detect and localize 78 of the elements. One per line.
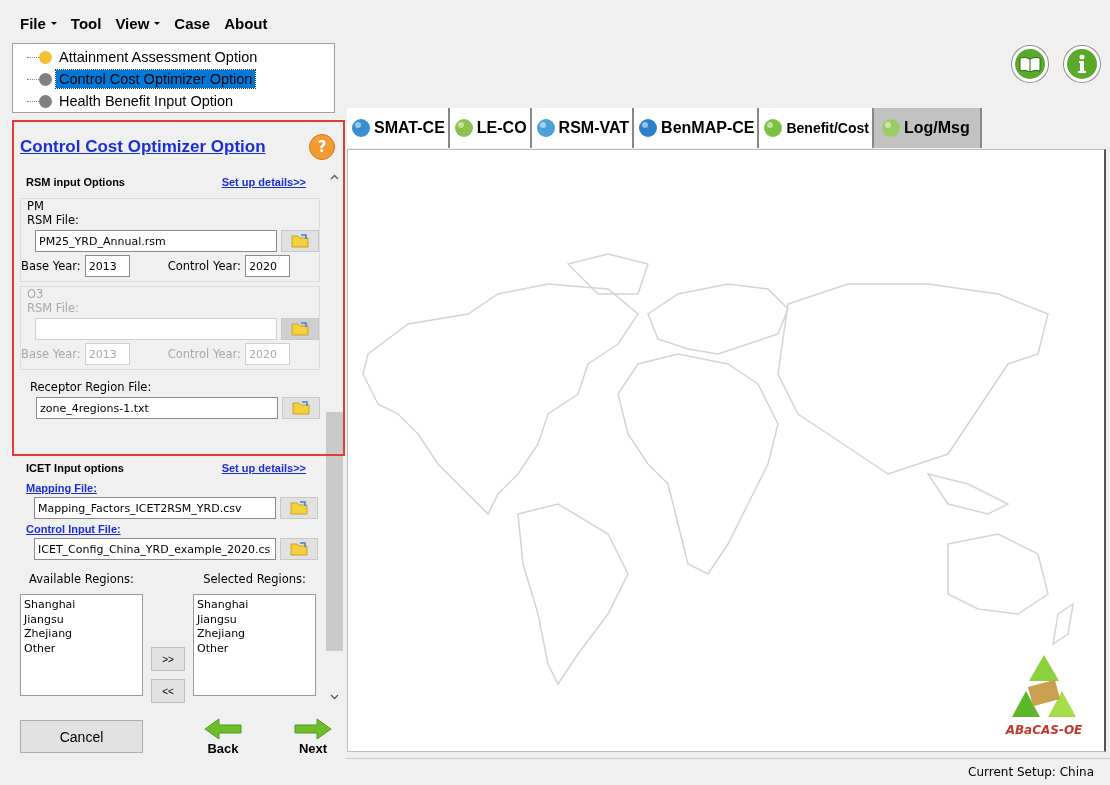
setup-details-link[interactable]: Set up details>> <box>221 462 306 474</box>
book-icon <box>1019 56 1041 72</box>
scroll-thumb[interactable] <box>326 412 343 454</box>
right-arrow-icon <box>293 717 333 741</box>
list-item[interactable]: Jiangsu <box>197 612 312 627</box>
menu-item[interactable]: Tool <box>70 14 102 32</box>
year-field[interactable]: 2013 <box>84 255 130 277</box>
list-item[interactable]: Zhejiang <box>24 627 139 642</box>
file-link[interactable]: Mapping File: <box>26 482 326 494</box>
back-button[interactable]: Back <box>203 717 243 756</box>
info-icon <box>1077 54 1087 74</box>
list-item[interactable]: Other <box>24 641 139 656</box>
browse-button[interactable] <box>282 397 320 419</box>
folder-icon <box>291 234 309 248</box>
manual-button[interactable] <box>1012 46 1048 82</box>
tree-item[interactable]: Control Cost Optimizer Option <box>56 70 256 88</box>
list-item[interactable]: Zhejiang <box>197 627 312 642</box>
scroll-down-icon <box>330 694 339 700</box>
tab[interactable]: SMAT-CE <box>347 108 450 148</box>
field-label: Base Year: <box>21 347 81 361</box>
scroll-up-icon <box>330 174 339 180</box>
field-label: RSM File: <box>27 213 80 227</box>
tree-item[interactable]: Attainment Assessment Option <box>56 48 261 66</box>
file-path-field[interactable]: Mapping_Factors_ICET2RSM_YRD.csv <box>34 497 276 519</box>
folder-icon <box>292 401 310 415</box>
browse-button[interactable] <box>281 230 319 252</box>
menu-item[interactable]: View <box>115 14 161 32</box>
tab[interactable]: BenMAP-CE <box>634 108 760 148</box>
list-item[interactable]: Other <box>197 641 312 656</box>
tab-logo-icon <box>452 117 475 139</box>
status-text: Current Setup: China <box>968 765 1094 779</box>
field-label: Control Year: <box>167 347 241 361</box>
add-button[interactable]: >> <box>151 647 185 671</box>
year-field[interactable]: 2020 <box>244 255 290 277</box>
field-label: RSM File: <box>27 301 80 315</box>
section-heading: ICET Input options <box>26 462 124 474</box>
file-link[interactable]: Control Input File: <box>26 523 326 535</box>
section-heading: RSM input Options <box>26 176 125 188</box>
info-button[interactable] <box>1064 46 1100 82</box>
setup-details-link[interactable]: Set up details>> <box>221 176 306 188</box>
logo-text: ABaCAS-OE <box>1005 723 1083 738</box>
menu-item[interactable]: File <box>20 14 57 32</box>
remove-button[interactable]: << <box>151 679 185 703</box>
panel-title-link[interactable]: Control Cost Optimizer Option <box>20 137 266 157</box>
file-path-field[interactable]: zone_4regions-1.txt <box>36 397 278 419</box>
folder-icon <box>291 322 309 336</box>
tab[interactable]: LE-CO <box>449 108 532 148</box>
file-path-field[interactable]: PM25_YRD_Annual.rsm <box>35 230 277 252</box>
list-item[interactable]: Shanghai <box>197 598 312 613</box>
left-arrow-icon <box>203 717 243 741</box>
field-label: Receptor Region File: <box>30 380 153 394</box>
list-label: Selected Regions: <box>202 572 307 586</box>
browse-button[interactable] <box>280 497 318 519</box>
tab-logo-icon <box>637 117 660 139</box>
list-item[interactable]: Jiangsu <box>24 612 139 627</box>
field-label: Base Year: <box>21 259 81 273</box>
list-item[interactable]: Shanghai <box>24 598 139 613</box>
group-legend: PM <box>27 199 44 213</box>
tab-logo-icon <box>762 117 785 139</box>
file-path-field[interactable]: ICET_Config_China_YRD_example_2020.cs <box>34 538 276 560</box>
tab[interactable]: RSM-VAT <box>531 108 635 148</box>
tree-item[interactable]: Health Benefit Input Option <box>56 92 237 110</box>
tab-logo-icon <box>879 117 902 139</box>
folder-icon <box>290 501 308 515</box>
folder-icon <box>290 542 308 556</box>
tab[interactable]: Log/Msg <box>873 108 982 148</box>
scroll-thumb[interactable] <box>326 456 343 651</box>
menu-item[interactable]: Case <box>174 14 211 32</box>
group-legend: O3 <box>27 287 44 301</box>
field-label: Control Year: <box>167 259 241 273</box>
cancel-button[interactable]: Cancel <box>20 720 143 753</box>
tab[interactable]: Benefit/Cost <box>759 108 874 148</box>
menu-item[interactable]: About <box>224 14 268 32</box>
tab-logo-icon <box>350 117 372 139</box>
list-label: Available Regions: <box>28 572 135 586</box>
tab-logo-icon <box>534 117 557 139</box>
next-button[interactable]: Next <box>293 717 333 756</box>
browse-button[interactable] <box>280 538 318 560</box>
